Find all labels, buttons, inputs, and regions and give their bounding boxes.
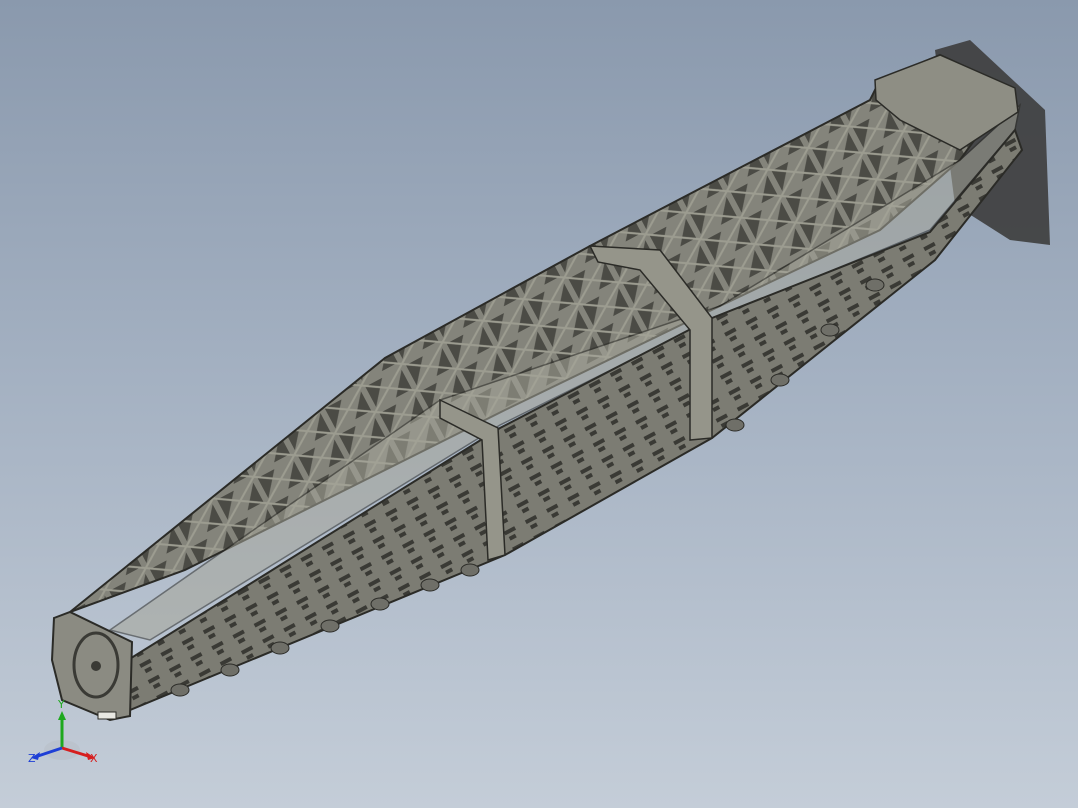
z-axis-label: Z: [28, 752, 36, 765]
3d-viewport[interactable]: Y X Z: [0, 0, 1078, 808]
y-axis-label: Y: [57, 698, 65, 711]
nose-foot: [97, 711, 117, 720]
fuselage-frame-model[interactable]: [50, 53, 1024, 722]
nose-center-hole: [91, 661, 101, 671]
x-axis-label: X: [90, 752, 98, 765]
